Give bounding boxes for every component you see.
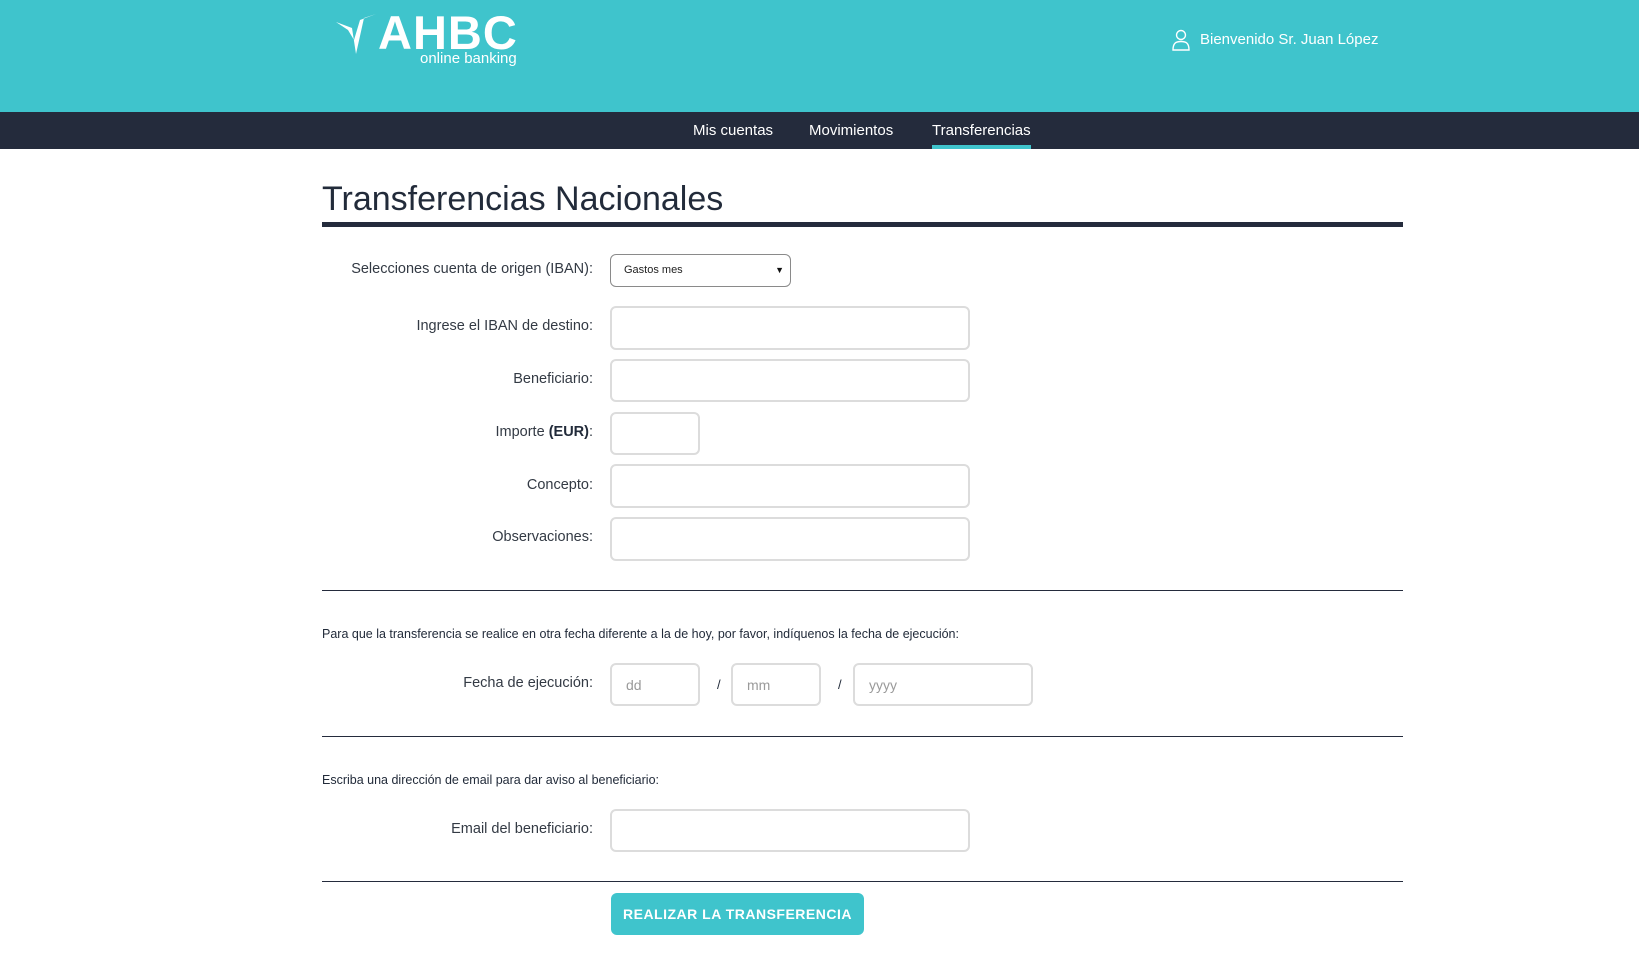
origin-account-value: Gastos mes: [624, 264, 683, 276]
dropdown-arrow-icon: ▼: [775, 265, 784, 275]
top-header: AHBC online banking Bienvenido Sr. Juan …: [0, 0, 1639, 112]
beneficiary-label: Beneficiario:: [513, 371, 593, 387]
email-note: Escriba una dirección de email para dar …: [322, 773, 659, 787]
date-year-input[interactable]: [853, 663, 1033, 706]
date-note: Para que la transferencia se realice en …: [322, 627, 959, 641]
date-separator: /: [717, 677, 721, 692]
execution-date-label: Fecha de ejecución:: [463, 675, 593, 691]
date-month-input[interactable]: [731, 663, 821, 706]
date-separator: /: [838, 677, 842, 692]
nav-mis-cuentas[interactable]: Mis cuentas: [693, 112, 773, 149]
title-divider: [322, 222, 1403, 227]
origin-account-select[interactable]: Gastos mes ▼: [610, 254, 791, 287]
date-day-input[interactable]: [610, 663, 700, 706]
bird-icon: [336, 14, 376, 54]
email-input[interactable]: [610, 809, 970, 852]
submit-transfer-button[interactable]: REALIZAR LA TRANSFERENCIA: [611, 893, 864, 935]
section-divider: [322, 881, 1403, 882]
concept-label: Concepto:: [526, 477, 593, 493]
welcome-user[interactable]: Bienvenido Sr. Juan López: [1172, 28, 1378, 52]
section-divider: [322, 590, 1403, 591]
beneficiary-input[interactable]: [610, 359, 970, 402]
page-title: Transferencias Nacionales: [322, 180, 724, 218]
nav-transferencias[interactable]: Transferencias: [932, 112, 1031, 149]
iban-input[interactable]: [610, 306, 970, 350]
amount-currency: (EUR): [548, 424, 589, 440]
main-nav: Mis cuentas Movimientos Transferencias: [0, 112, 1639, 149]
amount-input[interactable]: [610, 412, 700, 455]
section-divider: [322, 736, 1403, 737]
amount-label-suffix: :: [588, 424, 593, 440]
origin-account-label: Selecciones cuenta de origen (IBAN):: [351, 261, 593, 277]
email-label: Email del beneficiario:: [451, 821, 593, 837]
concept-input[interactable]: [610, 464, 970, 508]
welcome-text: Bienvenido Sr. Juan López: [1200, 31, 1379, 48]
amount-label-prefix: Importe: [495, 424, 545, 440]
brand-subtitle: online banking: [420, 50, 517, 67]
observations-label: Observaciones:: [492, 529, 593, 545]
amount-label: Importe (EUR):: [495, 424, 593, 440]
user-icon: [1172, 29, 1190, 51]
iban-label: Ingrese el IBAN de destino:: [416, 318, 593, 334]
nav-movimientos[interactable]: Movimientos: [809, 112, 893, 149]
observations-input[interactable]: [610, 517, 970, 561]
brand-logo[interactable]: AHBC online banking: [336, 8, 526, 70]
